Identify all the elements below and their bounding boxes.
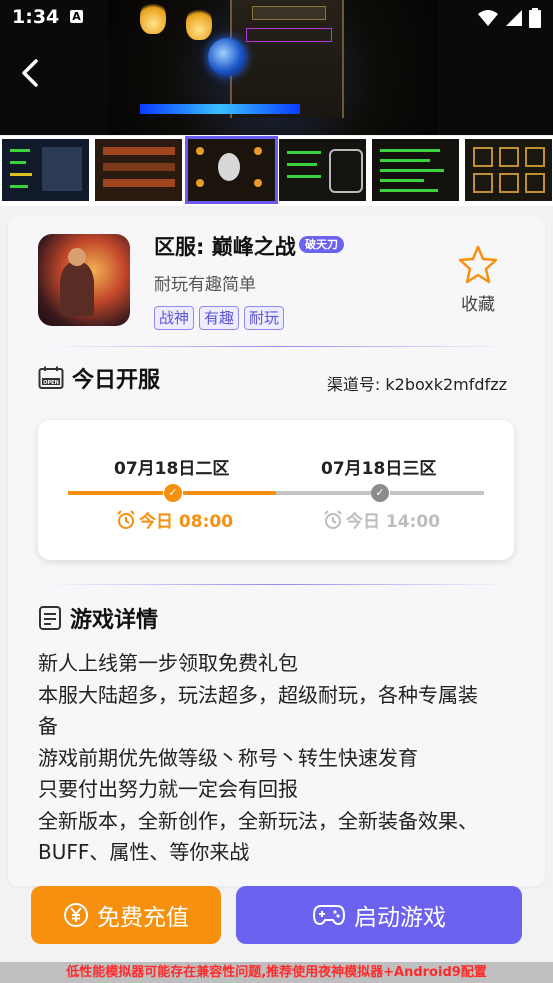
server-open-time: 今日 14:00 [323, 507, 440, 532]
tag: 有趣 [199, 306, 240, 330]
description-line: BUFF、属性、等你来战 [38, 840, 250, 864]
svg-text:OPEN: OPEN [43, 380, 59, 386]
document-icon [39, 606, 61, 630]
channel-number: 渠道号: k2boxk2mfdfzz [326, 375, 507, 394]
thumbnail-selected[interactable] [185, 136, 278, 204]
description-line: 本服大陆超多，玩法超多，超级耐玩，各种专属装 [38, 682, 478, 707]
tag: 耐玩 [244, 306, 285, 330]
divider [48, 584, 508, 585]
back-button[interactable] [18, 58, 50, 94]
notification-icon: A [70, 10, 83, 23]
signal-icon [506, 10, 522, 26]
timeline-track-active [183, 491, 276, 495]
description-line: 新人上线第一步领取免费礼包 [38, 651, 298, 675]
description-line: 备 [38, 714, 58, 738]
start-game-button[interactable]: 启动游戏 [236, 886, 522, 944]
thumbnail[interactable] [95, 139, 182, 201]
server-name: 07月18日三区 [321, 459, 437, 479]
hero-orb [208, 38, 246, 76]
game-subtitle: 耐玩有趣简单 [154, 275, 256, 295]
screenshot-thumbnails [0, 136, 553, 206]
description-line: 只要付出努力就一定会有回报 [38, 777, 298, 801]
wifi-icon [478, 10, 498, 26]
game-badge: 破天刀 [299, 236, 344, 253]
timeline-track-inactive [390, 491, 484, 495]
divider [48, 346, 508, 347]
free-recharge-label: 免费充值 [97, 905, 189, 931]
back-arrow-icon [22, 59, 38, 87]
favorite-button[interactable]: 收藏 [448, 244, 508, 315]
gamepad-icon [312, 905, 346, 926]
timeline-check-icon: ✓ [164, 484, 182, 502]
today-servers-title: OPEN 今日开服 [38, 362, 160, 394]
game-title: 区服: 巅峰之战 [154, 235, 296, 259]
alarm-clock-icon [324, 509, 342, 529]
hero-bar [140, 104, 300, 114]
game-icon [38, 234, 130, 326]
game-description: 新人上线第一步领取免费礼包 本服大陆超多，玩法超多，超级耐玩，各种专属装 备 游… [38, 648, 518, 869]
timeline-check-icon: ✓ [371, 484, 389, 502]
yen-coin-icon [64, 903, 88, 927]
timeline-track-active [68, 491, 163, 495]
server-open-time: 今日 08:00 [116, 507, 233, 532]
status-bar: 1:34 A [0, 0, 553, 38]
thumbnail[interactable] [279, 139, 366, 201]
favorite-label: 收藏 [461, 295, 495, 315]
tag: 战神 [154, 306, 195, 330]
thumbnail[interactable] [465, 139, 552, 201]
server-name: 07月18日二区 [114, 459, 230, 479]
today-servers-label: 今日开服 [72, 368, 161, 393]
thumbnail[interactable] [2, 139, 89, 201]
timeline-track-inactive [276, 491, 371, 495]
star-icon [458, 245, 498, 284]
server-timeline: 07月18日二区 07月18日三区 ✓ ✓ 今日 08:00 今日 14:00 [38, 420, 514, 560]
battery-icon [529, 8, 541, 28]
free-recharge-button[interactable]: 免费充值 [31, 886, 221, 944]
description-line: 游戏前期优先做等级丶称号丶转生快速发育 [38, 745, 418, 770]
system-icons [477, 8, 541, 28]
alarm-clock-icon [117, 509, 135, 529]
emulator-notice: 低性能模拟器可能存在兼容性问题,推荐使用夜神模拟器+Android9配置 [0, 962, 553, 983]
start-game-label: 启动游戏 [354, 905, 446, 931]
calendar-open-icon: OPEN [38, 366, 64, 389]
game-info-card: 区服: 巅峰之战 破天刀 耐玩有趣简单 战神 有趣 耐玩 收藏 OPEN 今日开… [8, 216, 545, 886]
status-time: 1:34 [12, 6, 60, 28]
game-tags: 战神 有趣 耐玩 [154, 306, 285, 330]
thumbnail[interactable] [372, 139, 459, 201]
description-line: 全新版本，全新创作，全新玩法，全新装备效果、 [38, 808, 478, 833]
game-details-title: 游戏详情 [38, 602, 158, 634]
game-details-label: 游戏详情 [70, 608, 159, 633]
